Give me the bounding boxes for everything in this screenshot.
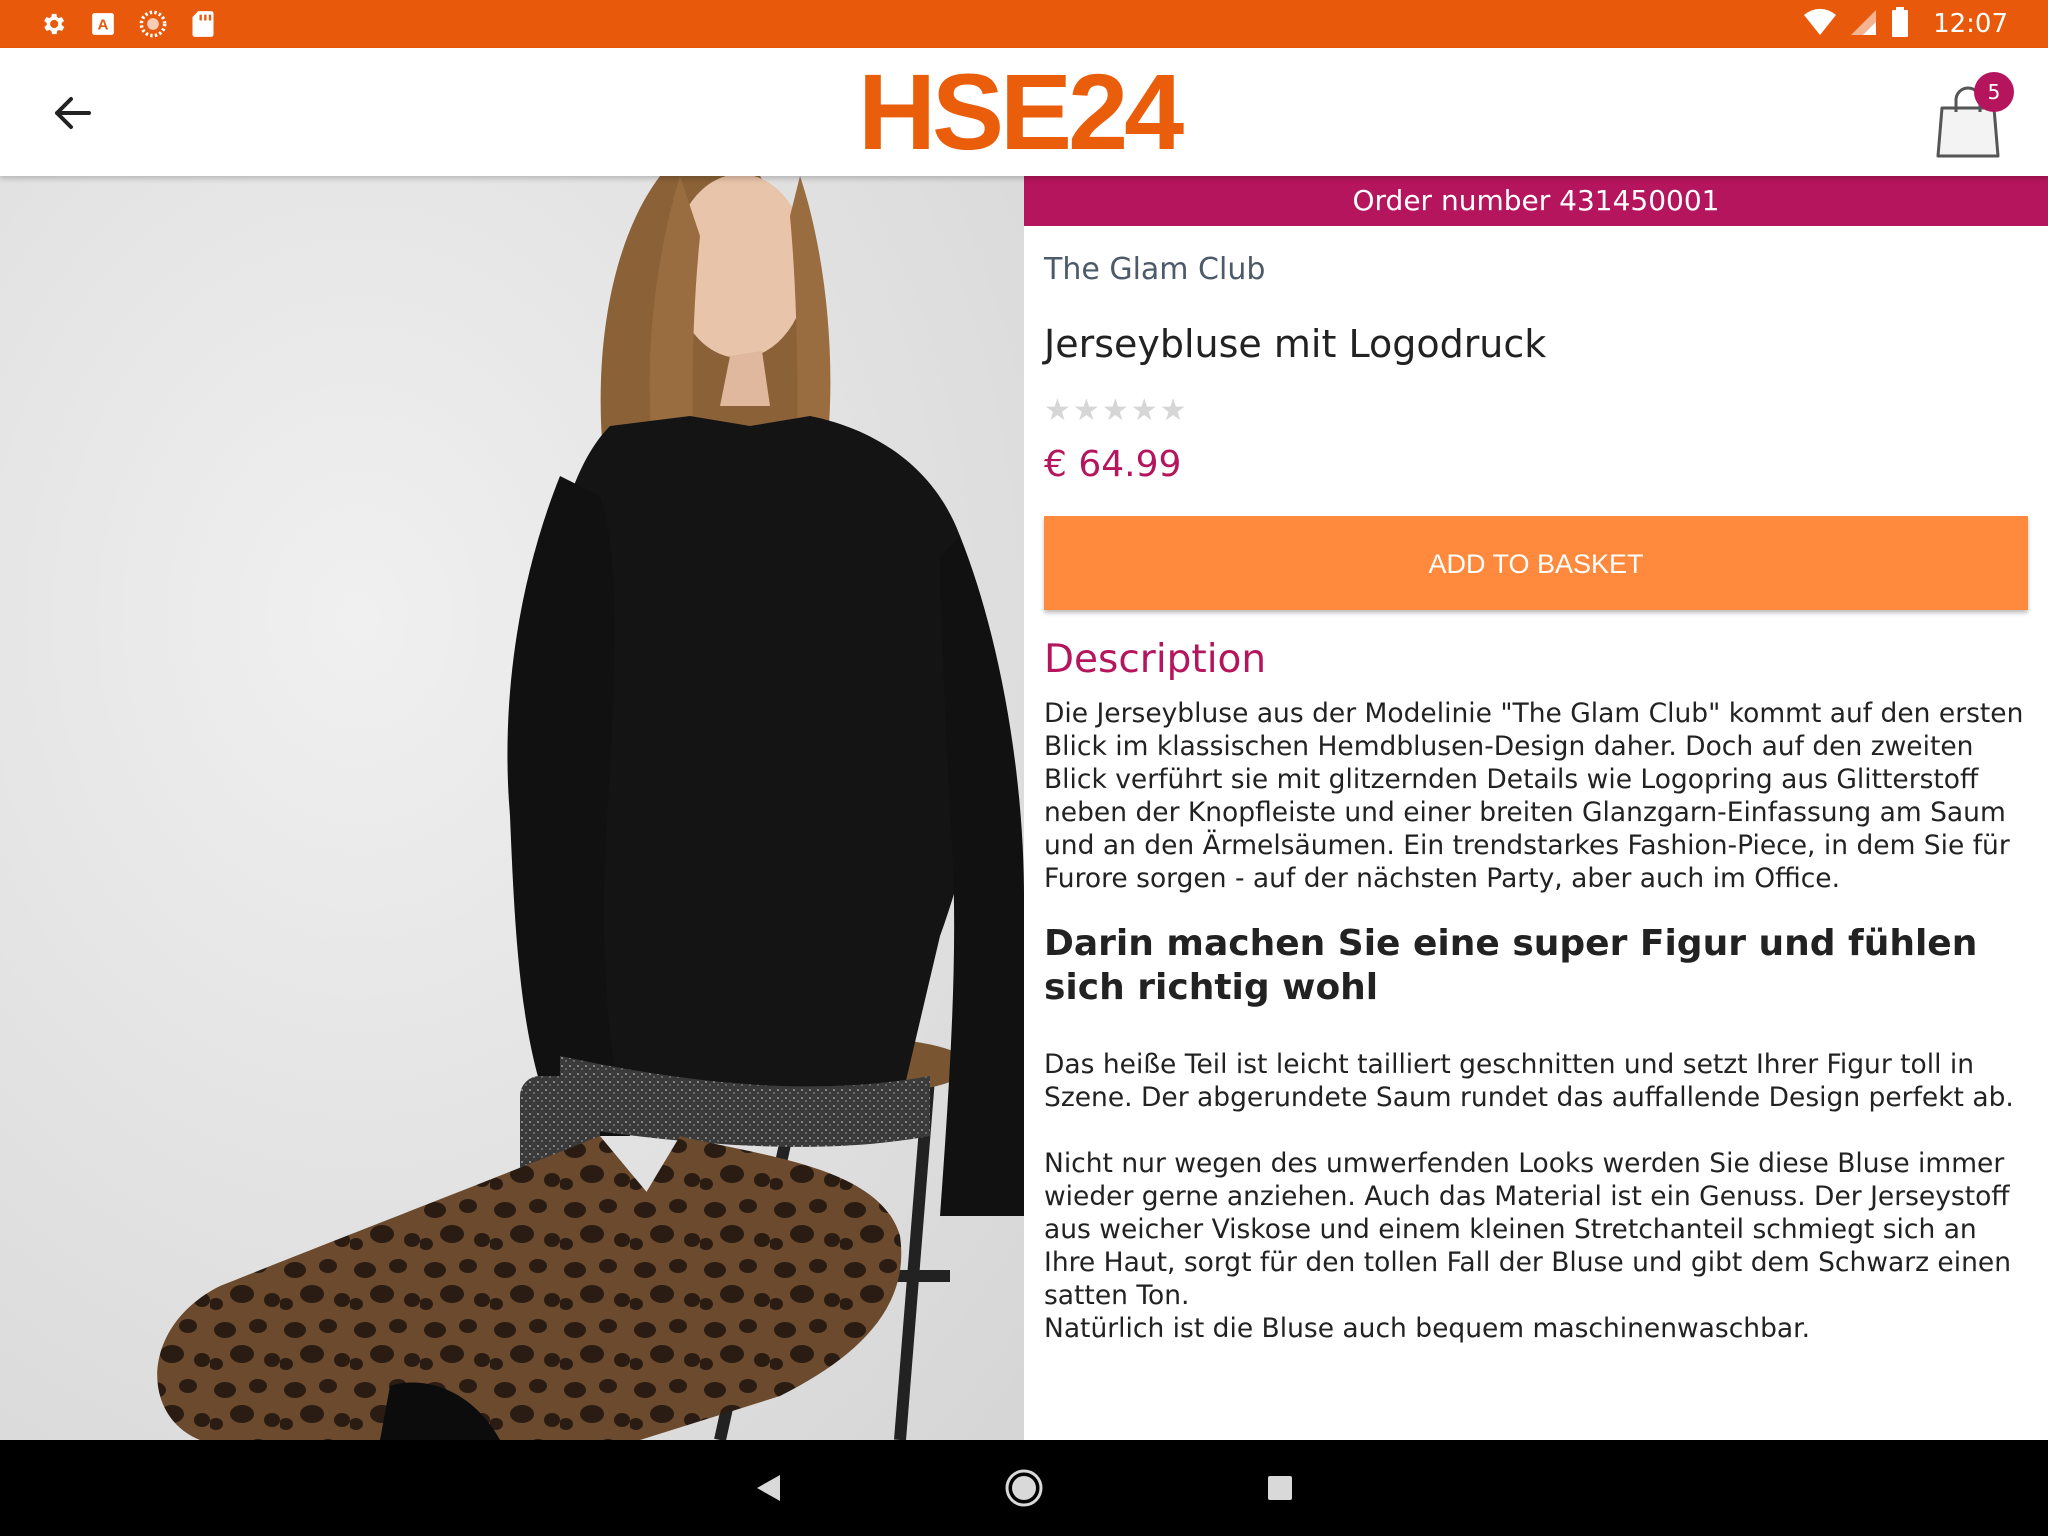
product-brand[interactable]: The Glam Club	[1044, 252, 1265, 287]
description-paragraph: Natürlich ist die Bluse auch bequem masc…	[1044, 1313, 1811, 1344]
description-paragraph: Nicht nur wegen des umwerfenden Looks we…	[1044, 1148, 2011, 1311]
svg-text:A: A	[98, 16, 109, 33]
battery-icon	[1891, 7, 1909, 41]
star-icon: ★	[1101, 393, 1129, 428]
triangle-back-icon	[757, 1475, 780, 1501]
description-subheading: Darin machen Sie eine super Figur und fü…	[1044, 923, 1978, 1008]
system-navigation-bar	[0, 1440, 2048, 1536]
star-icon: ★	[1130, 393, 1158, 428]
product-title: Jerseybluse mit Logodruck	[1044, 322, 1547, 366]
model-photo	[0, 176, 1024, 1440]
home-circle-icon	[1005, 1469, 1043, 1507]
app-bar: HSE24 5	[0, 48, 2048, 176]
cart-count-badge: 5	[1974, 72, 2014, 112]
order-number-bar: Order number 431450001	[1024, 176, 2048, 226]
rating-stars[interactable]: ★ ★ ★ ★ ★	[1044, 394, 1187, 428]
font-app-icon: A	[88, 9, 118, 39]
product-image[interactable]	[0, 176, 1024, 1440]
back-button[interactable]	[44, 90, 100, 136]
signal-icon	[1851, 8, 1877, 40]
description-paragraph: Die Jerseybluse aus der Modelinie "The G…	[1044, 698, 2024, 894]
description-paragraph: Das heiße Teil ist leicht tailliert gesc…	[1044, 1049, 2014, 1113]
nav-recents-button[interactable]	[1256, 1464, 1304, 1512]
star-icon: ★	[1044, 393, 1071, 428]
loader-icon	[138, 9, 168, 39]
wifi-icon	[1803, 8, 1837, 40]
gear-icon	[38, 9, 68, 39]
square-recents-icon	[1268, 1476, 1292, 1500]
nav-home-button[interactable]	[1000, 1464, 1048, 1512]
arrow-back-icon	[55, 97, 91, 129]
status-time: 12:07	[1933, 9, 2008, 39]
sd-card-icon	[188, 9, 218, 39]
status-bar: A 12:07	[0, 0, 2048, 48]
product-price: € 64.99	[1044, 444, 1182, 485]
star-icon: ★	[1072, 393, 1100, 428]
star-icon: ★	[1159, 393, 1187, 428]
hse24-logo[interactable]: HSE24	[858, 58, 1184, 166]
add-to-basket-button[interactable]: ADD TO BASKET	[1044, 516, 2028, 610]
nav-back-button[interactable]	[744, 1464, 792, 1512]
description-heading: Description	[1044, 637, 1267, 682]
